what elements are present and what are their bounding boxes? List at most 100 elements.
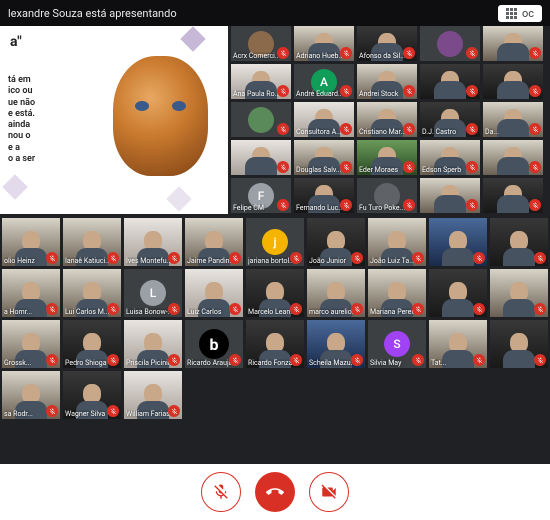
mute-indicator <box>168 303 180 315</box>
participant-name: Ricardo Araujo <box>187 359 231 367</box>
participant-row: a Homr... Lui Carlos M... LLuisa Bonow-...… <box>0 269 550 317</box>
mute-indicator <box>340 123 352 135</box>
participant-tile[interactable]: Mariana Perei... <box>368 269 426 317</box>
participant-tile[interactable]: Andrei Stock <box>357 64 417 99</box>
camera-off-icon <box>320 483 338 501</box>
participant-tile[interactable]: Ianaê Katiuci... <box>63 218 121 266</box>
participant-tile[interactable]: Tat... <box>429 320 487 368</box>
participant-tile[interactable]: D.J. Castro <box>420 102 480 137</box>
participant-tile[interactable]: João Junior <box>307 218 365 266</box>
avatar-circle: S <box>384 331 410 357</box>
participant-tile[interactable]: Lui Carlos M... <box>63 269 121 317</box>
mute-indicator <box>277 161 289 173</box>
participant-tile[interactable] <box>231 102 291 137</box>
participant-tile[interactable] <box>420 64 480 99</box>
participant-name: Luisa Bonow-... <box>126 308 170 316</box>
participant-tile[interactable]: Jaime Pandin... <box>185 218 243 266</box>
participant-tile[interactable] <box>483 140 543 175</box>
participant-tile[interactable]: Cristiano Mar... <box>357 102 417 137</box>
participant-name: André Eduard... <box>296 90 342 98</box>
camera-toggle-button[interactable] <box>309 472 349 512</box>
participant-tile[interactable]: Afonso da Sil... <box>357 26 417 61</box>
participant-tile[interactable] <box>483 26 543 61</box>
participant-tile[interactable]: Fu Turo Poke... <box>357 178 417 213</box>
mute-indicator <box>473 303 485 315</box>
mute-indicator <box>529 199 541 211</box>
presentation-tile[interactable]: a" tá em ico ou ue não e está. ainda nou… <box>0 26 228 214</box>
participant-tile[interactable] <box>231 140 291 175</box>
mute-indicator <box>340 199 352 211</box>
participant-tile[interactable]: jjariana bortol... <box>246 218 304 266</box>
header-bar: lexandre Souza está apresentando oc <box>0 0 550 26</box>
participant-name: Grossk... <box>4 359 48 367</box>
mute-indicator <box>340 47 352 59</box>
mute-indicator <box>290 252 302 264</box>
participant-tile[interactable]: sa Rodr... <box>2 371 60 419</box>
mute-indicator <box>412 252 424 264</box>
participant-name: Lui Carlos M... <box>65 308 109 316</box>
participant-name: marco aurelio... <box>309 308 353 316</box>
mute-indicator <box>473 354 485 366</box>
participant-tile[interactable] <box>420 26 480 61</box>
layout-button-label: oc <box>522 7 534 20</box>
participant-tile[interactable]: Da... <box>483 102 543 137</box>
participant-tile[interactable] <box>429 218 487 266</box>
participant-tile[interactable]: Marcelo Lean... <box>246 269 304 317</box>
participant-name: jariana bortol... <box>248 257 292 265</box>
participant-tile[interactable]: Priscila Picinini <box>124 320 182 368</box>
mute-indicator <box>529 123 541 135</box>
participant-tile[interactable] <box>420 178 480 213</box>
participant-tile[interactable]: Douglas Salv... <box>294 140 354 175</box>
participant-row: Ana Paula Ro...AAndré Eduard...Andrei St… <box>231 64 550 99</box>
participant-name: Mariana Perei... <box>370 308 414 316</box>
mute-indicator <box>277 47 289 59</box>
participant-tile[interactable]: Adriano Hueb... <box>294 26 354 61</box>
participant-tile[interactable]: olio Heinz <box>2 218 60 266</box>
mic-toggle-button[interactable] <box>201 472 241 512</box>
slide-title: a" <box>10 34 22 50</box>
participant-tile[interactable]: Acrx Comerci... <box>231 26 291 61</box>
mute-indicator <box>412 303 424 315</box>
participant-tile[interactable]: Pedro Shioga <box>63 320 121 368</box>
mute-indicator <box>403 47 415 59</box>
layout-button[interactable]: oc <box>498 5 542 22</box>
mute-indicator <box>46 303 58 315</box>
participant-name: João Luiz Ta... <box>370 257 414 265</box>
participant-tile[interactable] <box>483 178 543 213</box>
participant-tile[interactable]: Luiz Carlos <box>185 269 243 317</box>
participant-tile[interactable]: Edson Sperb <box>420 140 480 175</box>
participant-tile[interactable]: Consultora A... <box>294 102 354 137</box>
participant-tile[interactable] <box>490 218 548 266</box>
participant-tile[interactable]: João Luiz Ta... <box>368 218 426 266</box>
participant-tile[interactable]: AAndré Eduard... <box>294 64 354 99</box>
participant-name: Cristiano Mar... <box>359 128 405 136</box>
participant-tile[interactable]: Fernando Luc... <box>294 178 354 213</box>
participant-tile[interactable]: Grossk... <box>2 320 60 368</box>
mute-indicator <box>466 47 478 59</box>
participant-tile[interactable]: Wagner Silva <box>63 371 121 419</box>
participant-tile[interactable]: Ana Paula Ro... <box>231 64 291 99</box>
participant-tile[interactable]: LLuisa Bonow-... <box>124 269 182 317</box>
participant-tile[interactable]: SSilvia May <box>368 320 426 368</box>
participant-tile[interactable]: bRicardo Araujo <box>185 320 243 368</box>
participant-name: Adriano Hueb... <box>296 52 342 60</box>
participant-name: Marcelo Lean... <box>248 308 292 316</box>
participant-tile[interactable]: Eder Moraes <box>357 140 417 175</box>
participant-tile[interactable]: FFelipe CM <box>231 178 291 213</box>
participant-tile[interactable]: Ives Montefu... <box>124 218 182 266</box>
participant-tile[interactable] <box>490 269 548 317</box>
mute-indicator <box>466 199 478 211</box>
mute-indicator <box>107 405 119 417</box>
participant-tile[interactable]: a Homr... <box>2 269 60 317</box>
participant-name: João Junior <box>309 257 353 265</box>
participant-tile[interactable] <box>490 320 548 368</box>
participant-tile[interactable]: William Farias <box>124 371 182 419</box>
mute-indicator <box>107 303 119 315</box>
hangup-button[interactable] <box>255 472 295 512</box>
participant-tile[interactable] <box>483 64 543 99</box>
mute-indicator <box>46 405 58 417</box>
participant-tile[interactable]: Scheila Mazu... <box>307 320 365 368</box>
participant-tile[interactable] <box>429 269 487 317</box>
participant-tile[interactable]: marco aurelio... <box>307 269 365 317</box>
participant-tile[interactable]: Ricardo Fonza <box>246 320 304 368</box>
